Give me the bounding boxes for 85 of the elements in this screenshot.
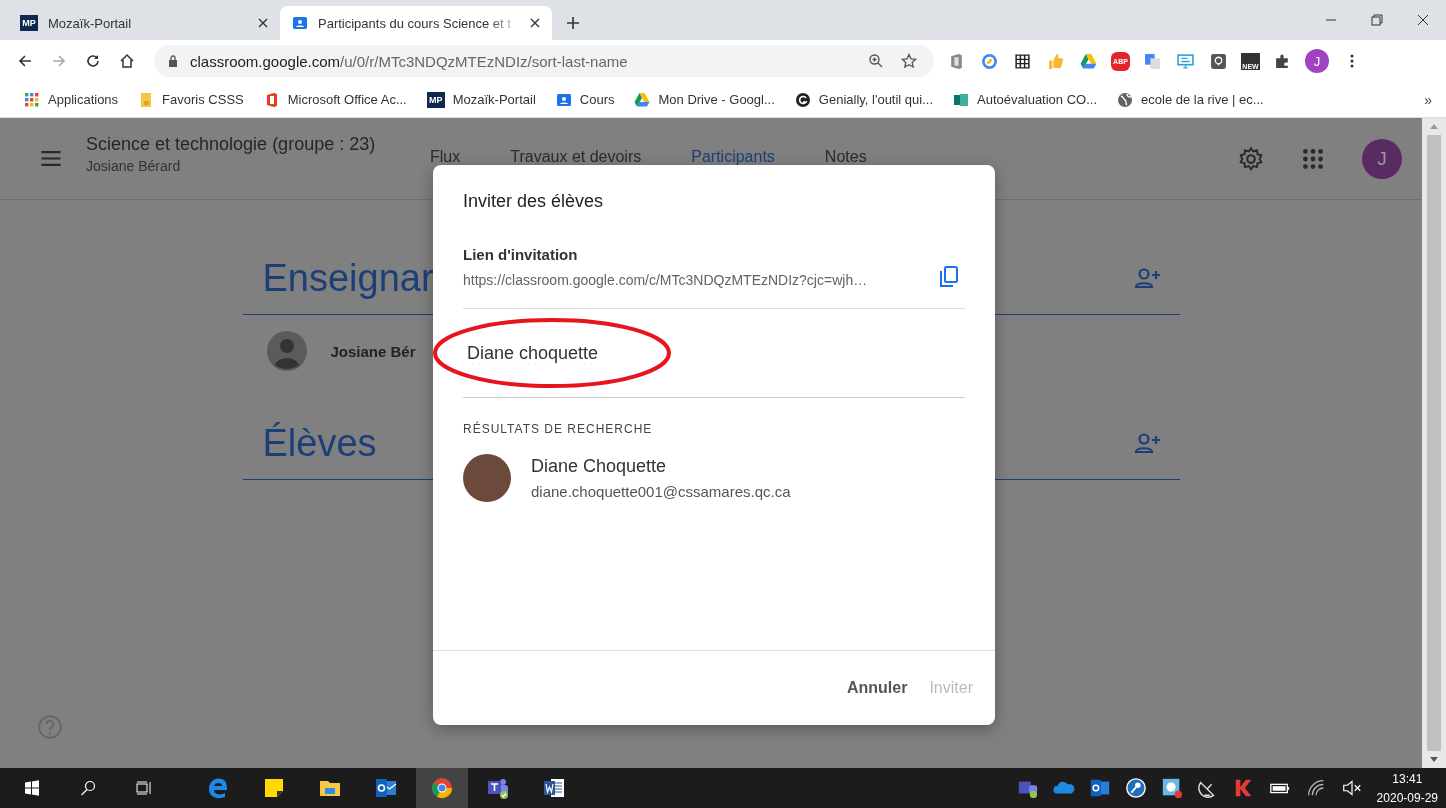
search-icon[interactable]: [80, 780, 96, 796]
task-view-icon[interactable]: [136, 780, 152, 796]
plus-icon[interactable]: [566, 16, 580, 30]
favicon-badge: MP: [20, 15, 38, 31]
bookmark-item[interactable]: Autoévaluation CO...: [953, 91, 1098, 108]
more-bookmarks-chevron[interactable]: »: [1424, 91, 1432, 108]
person-name[interactable]: Josiane Bér: [330, 342, 416, 360]
speaker-muted-icon[interactable]: [1340, 777, 1363, 799]
scrollbar[interactable]: [1422, 118, 1446, 768]
nav-tab[interactable]: Notes: [824, 147, 867, 166]
menu-icon[interactable]: [40, 150, 62, 167]
clock-date[interactable]: 2020-09-29: [1376, 790, 1438, 805]
browser-tab[interactable]: MP Mozaïk-Portail: [8, 6, 280, 40]
nav-tab[interactable]: Travaux et devoirs: [510, 147, 642, 166]
bookmark-item[interactable]: Cours: [555, 91, 615, 108]
result-email: diane.choquette001@cssamares.qc.ca: [531, 483, 791, 500]
clock-time[interactable]: 13:41: [1392, 771, 1423, 786]
bookmark-item[interactable]: Genially, l'outil qui...: [794, 91, 934, 108]
drive-triangle-icon[interactable]: [1080, 52, 1097, 70]
search-field[interactable]: Diane choquette: [463, 342, 965, 364]
search-result[interactable]: Diane Choquette diane.choquette001@cssamares.qc.ca: [463, 454, 965, 502]
favicon-badge: MP: [426, 91, 445, 108]
bookmark-item[interactable]: Microsoft Office Ac...: [263, 91, 407, 108]
chrome-logo-icon: [430, 776, 454, 800]
forms-icon: [953, 91, 970, 108]
nav-tab[interactable]: Flux: [430, 147, 461, 166]
bookmark-item[interactable]: Favoris CSSS: [138, 91, 244, 108]
circle-logo-icon: [794, 91, 811, 108]
restore-icon[interactable]: [1371, 14, 1383, 26]
star-icon[interactable]: [901, 53, 917, 69]
profile-avatar[interactable]: J: [1305, 49, 1329, 73]
monitor-icon[interactable]: [1177, 52, 1194, 70]
result-name: Diane Choquette: [531, 456, 668, 477]
globe-icon: [1117, 91, 1134, 108]
copy-icon[interactable]: [939, 266, 959, 288]
office-icon[interactable]: [948, 52, 965, 70]
browser-tab[interactable]: Participants du cours Science et t: [280, 6, 552, 40]
cancel-button[interactable]: Annuler: [836, 671, 918, 705]
scroll-down-icon[interactable]: [1430, 757, 1438, 762]
zoom-icon[interactable]: [868, 53, 884, 69]
add-person-icon[interactable]: [1133, 431, 1162, 455]
invite-link-url: https://classroom.google.com/c/MTc3NDQzMTEzNDIz?cjc=wjh…: [463, 272, 869, 288]
bookmark-item[interactable]: Mon Drive - Googl...: [634, 91, 775, 108]
person-board-icon: [555, 91, 572, 108]
lightbulb-icon[interactable]: [1210, 52, 1227, 70]
course-title: Science et technologie (groupe : 23): [86, 133, 377, 155]
section-heading: Enseignar: [262, 256, 434, 300]
avatar-silhouette-icon: [266, 331, 307, 371]
close-icon[interactable]: [1417, 14, 1429, 26]
document-app-icon: [542, 776, 566, 800]
mail-app-icon: [374, 776, 398, 800]
reload-icon[interactable]: [85, 53, 101, 69]
team-app-icon: [486, 776, 510, 800]
close-icon[interactable]: [530, 18, 540, 28]
windows-start-icon[interactable]: [24, 780, 40, 796]
close-icon[interactable]: [258, 18, 268, 28]
results-heading: RÉSULTATS DE RECHERCHE: [463, 422, 654, 436]
home-icon[interactable]: [119, 53, 135, 69]
profile-avatar[interactable]: J: [1362, 138, 1402, 179]
drive-triangle-icon: [634, 91, 651, 108]
mail-app-icon[interactable]: [1088, 777, 1111, 799]
back-arrow-icon[interactable]: [17, 53, 33, 69]
e-logo-icon: [206, 776, 230, 800]
apps-grid-icon: [24, 91, 40, 108]
add-person-icon[interactable]: [1133, 266, 1162, 290]
sticky-note-icon: [262, 776, 286, 800]
key-circle-icon[interactable]: [1124, 777, 1147, 799]
photo-placeholder: [463, 454, 511, 502]
address-bar[interactable]: classroom.google.com/u/0/r/MTc3NDQzMTEzNDIz/sort-last-name: [154, 45, 934, 77]
teacher-name: Josiane Bérard: [86, 157, 182, 174]
bookmark-item[interactable]: ecole de la rive | ec...: [1117, 91, 1264, 108]
lock-icon: [168, 55, 178, 67]
bookmark-item[interactable]: Applications: [24, 91, 119, 108]
bookmark-item[interactable]: MP Mozaïk-Portail: [426, 91, 536, 108]
pencil-circle-icon[interactable]: [981, 52, 998, 70]
puzzle-icon[interactable]: [1274, 52, 1291, 70]
dialog-title: Inviter des élèves: [463, 191, 605, 212]
disc-icon[interactable]: [1160, 777, 1183, 799]
section-heading: Élèves: [262, 421, 377, 465]
settings-icon[interactable]: [1238, 145, 1264, 172]
invite-link-label: Lien d'invitation: [463, 246, 579, 263]
thumbs-up-icon[interactable]: [1047, 52, 1064, 70]
translate-icon[interactable]: [1144, 52, 1161, 70]
grid-icon[interactable]: [1014, 52, 1031, 70]
person-board-icon: [292, 15, 308, 31]
